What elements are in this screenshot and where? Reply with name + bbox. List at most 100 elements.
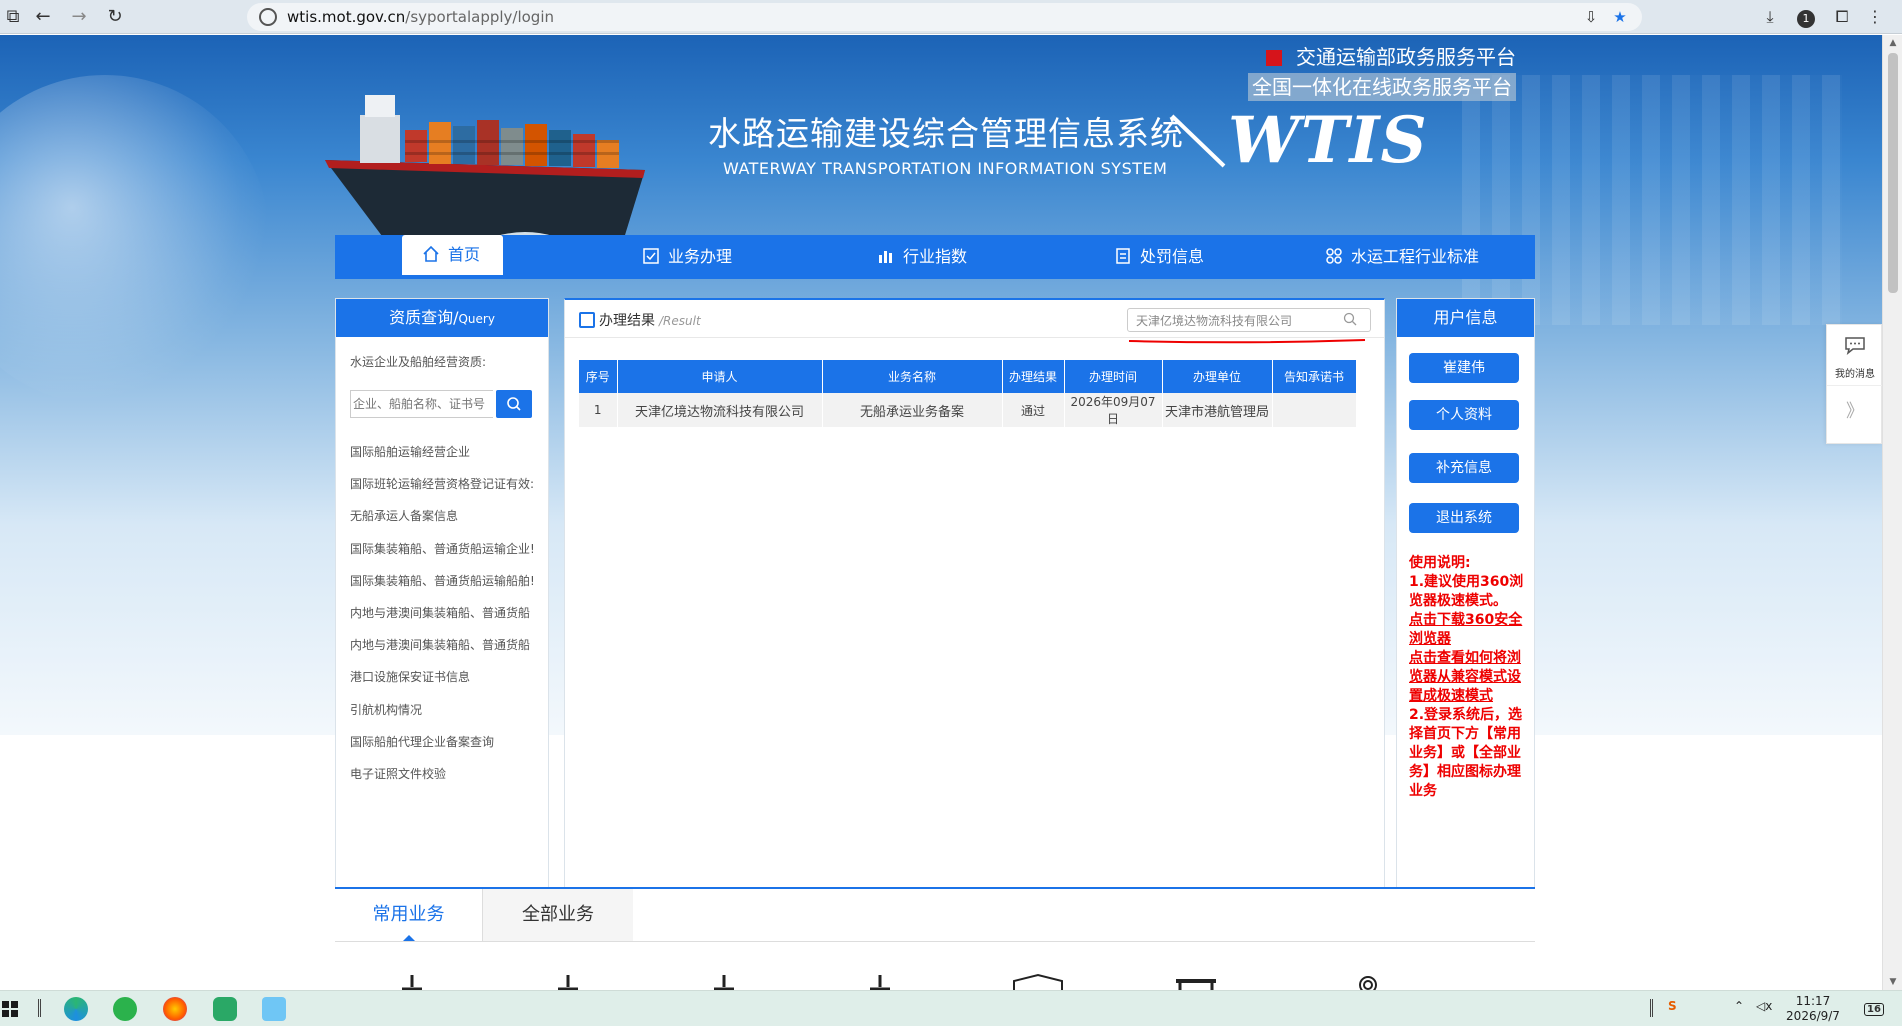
chat-bubble-icon[interactable] xyxy=(1843,335,1867,355)
document-icon xyxy=(1116,248,1130,264)
city-graphic xyxy=(1462,75,1842,325)
query-link[interactable]: 国际集装箱船、普通货船运输船舶! xyxy=(350,565,536,597)
sogou-input-icon[interactable]: S xyxy=(1668,999,1677,1013)
query-link[interactable]: 国际集装箱船、普通货船运输企业! xyxy=(350,533,536,565)
result-title: 办理结果 xyxy=(599,313,655,329)
wechat-icon[interactable] xyxy=(113,997,137,1021)
menu-icon[interactable]: ⋮ xyxy=(1862,4,1888,30)
business-tile-icon[interactable] xyxy=(398,973,426,990)
result-table: 序号 申请人 业务名称 办理结果 办理时间 办理单位 告知承诺书 1 天津亿境达… xyxy=(579,360,1357,427)
usage-tip-1: 1.建议使用360浏览器极速模式。 xyxy=(1409,574,1524,609)
query-link[interactable]: 港口设施保安证书信息 xyxy=(350,661,536,693)
nav-penalty[interactable]: 处罚信息 xyxy=(1114,235,1204,279)
downloads-icon[interactable]: ⤓ xyxy=(1757,4,1783,30)
extension-icon[interactable]: 1 xyxy=(1793,4,1819,30)
column-header: 办理单位 xyxy=(1162,360,1273,393)
result-search-input[interactable] xyxy=(1127,308,1371,332)
tray-expand-icon[interactable]: ⌃ xyxy=(1734,999,1744,1013)
table-cell: 天津市港航管理局 xyxy=(1162,393,1273,427)
column-header: 序号 xyxy=(579,360,618,393)
table-cell: 2026年09月07日 xyxy=(1064,393,1163,427)
business-tile-icon[interactable] xyxy=(866,973,894,990)
message-widget: 我的消息 》 xyxy=(1826,324,1882,444)
query-link[interactable]: 国际班轮运输经营资格登记证有效: xyxy=(350,468,536,500)
app-green-icon[interactable] xyxy=(213,997,237,1021)
nav-home-label: 首页 xyxy=(448,245,481,264)
nav-business[interactable]: 业务办理 xyxy=(642,235,732,279)
back-button[interactable]: ← xyxy=(30,4,56,30)
url-text[interactable]: wtis.mot.gov.cn/syportalapply/login xyxy=(287,8,554,26)
nav-standards-label: 水运工程行业标准 xyxy=(1351,247,1480,266)
scroll-thumb[interactable] xyxy=(1888,53,1898,293)
install-app-icon[interactable]: ⇩ xyxy=(1580,6,1602,28)
business-section: 常用业务 全部业务 xyxy=(335,887,1535,990)
query-search-input[interactable] xyxy=(350,390,493,418)
usage-instructions: 使用说明: 1.建议使用360浏览器极速模式。 点击下载360安全浏览器 点击查… xyxy=(1409,554,1529,801)
query-link[interactable]: 电子证照文件校验 xyxy=(350,758,536,790)
globe-graphic xyxy=(0,75,270,405)
address-bar[interactable]: wtis.mot.gov.cn/syportalapply/login ⇩ ★ xyxy=(247,3,1642,31)
table-cell: 天津亿境达物流科技有限公司 xyxy=(617,393,823,427)
nav-business-label: 业务办理 xyxy=(668,247,733,266)
nav-industry-index[interactable]: 行业指数 xyxy=(877,235,967,279)
query-link[interactable]: 国际船舶代理企业备案查询 xyxy=(350,726,536,758)
search-icon[interactable] xyxy=(1343,312,1357,326)
download-360-link[interactable]: 点击下载360安全浏览器 xyxy=(1409,611,1529,649)
page-content: 交通运输部政务服务平台 全国一体化在线政务服务平台 水路运输建设综合管理信息系统… xyxy=(0,35,1882,990)
tab-icon[interactable]: ⧉ xyxy=(0,4,26,30)
windows-start-icon[interactable] xyxy=(2,1001,18,1017)
extensions-puzzle-icon[interactable]: ⧠ xyxy=(1829,4,1855,30)
reload-button[interactable]: ↻ xyxy=(102,4,128,30)
platform-name[interactable]: 交通运输部政务服务平台 xyxy=(1296,45,1516,69)
scroll-up-arrow-icon[interactable]: ▲ xyxy=(1887,38,1899,48)
taskbar-clock[interactable]: 11:17 2026/9/7 xyxy=(1780,994,1846,1024)
bookmark-star-icon[interactable]: ★ xyxy=(1609,6,1631,28)
notification-center-icon[interactable]: 16 xyxy=(1862,997,1886,1021)
table-row[interactable]: 1 天津亿境达物流科技有限公司 无船承运业务备案 通过 2026年09月07日 … xyxy=(579,393,1357,427)
search-icon xyxy=(507,397,521,411)
edge-browser-icon[interactable] xyxy=(64,997,88,1021)
edit-icon xyxy=(579,312,595,328)
profile-button[interactable]: 个人资料 xyxy=(1409,400,1519,430)
query-link[interactable]: 内地与港澳间集装箱船、普通货船 xyxy=(350,597,536,629)
main-nav: 首页 业务办理 行业指数 处罚信息 水运工程行业标准 xyxy=(335,235,1535,279)
query-links: 国际船舶运输经营企业 国际班轮运输经营资格登记证有效: 无船承运人备案信息 国际… xyxy=(350,436,548,790)
my-messages-label[interactable]: 我的消息 xyxy=(1827,365,1882,380)
nav-penalty-label: 处罚信息 xyxy=(1140,247,1205,266)
query-link[interactable]: 引航机构情况 xyxy=(350,694,536,726)
query-search-button[interactable] xyxy=(496,390,532,418)
business-shield-icon[interactable] xyxy=(1010,973,1066,990)
business-tile-icon[interactable] xyxy=(554,973,582,990)
query-panel-header: 资质查询/Query xyxy=(336,299,548,337)
query-link[interactable]: 内地与港澳间集装箱船、普通货船 xyxy=(350,629,536,661)
speed-mode-guide-link[interactable]: 点击查看如何将浏览器从兼容模式设置成极速模式 xyxy=(1409,649,1529,706)
business-tile-icon[interactable] xyxy=(710,973,738,990)
qualification-query-panel: 资质查询/Query 水运企业及船舶经营资质: 国际船舶运输经营企业 国际班轮运… xyxy=(335,298,549,890)
file-explorer-icon[interactable] xyxy=(262,997,286,1021)
logout-button[interactable]: 退出系统 xyxy=(1409,503,1519,533)
site-info-icon[interactable] xyxy=(259,8,277,26)
tab-all-business[interactable]: 全部业务 xyxy=(483,889,633,941)
query-link[interactable]: 无船承运人备案信息 xyxy=(350,500,536,532)
table-cell[interactable] xyxy=(1272,393,1357,427)
taskbar-separator xyxy=(1650,999,1653,1017)
tab-divider xyxy=(335,941,1535,942)
supplement-info-button[interactable]: 补充信息 xyxy=(1409,453,1519,483)
forward-button[interactable]: → xyxy=(66,4,92,30)
business-target-icon[interactable] xyxy=(1356,973,1380,990)
page-scrollbar[interactable]: ▲ ▼ xyxy=(1882,35,1902,990)
result-panel: 办理结果/Result 序号 申请人 业务名称 办理结果 办理时间 办理单位 告… xyxy=(564,298,1385,890)
volume-muted-icon[interactable]: ◁x xyxy=(1756,999,1772,1013)
table-cell: 1 xyxy=(579,393,618,427)
nav-home[interactable]: 首页 xyxy=(402,235,503,275)
username-button[interactable]: 崔建伟 xyxy=(1409,353,1519,383)
result-header: 办理结果/Result xyxy=(565,300,1384,338)
collapse-widget-button[interactable]: 》 xyxy=(1827,397,1882,423)
query-link[interactable]: 国际船舶运输经营企业 xyxy=(350,436,536,468)
platform-subtitle[interactable]: 全国一体化在线政务服务平台 xyxy=(1248,73,1516,101)
slash-decoration xyxy=(1170,114,1226,168)
scroll-down-arrow-icon[interactable]: ▼ xyxy=(1887,977,1899,987)
nav-standards[interactable]: 水运工程行业标准 xyxy=(1325,235,1479,279)
business-building-icon[interactable] xyxy=(1174,973,1218,990)
firefox-icon[interactable] xyxy=(163,997,187,1021)
